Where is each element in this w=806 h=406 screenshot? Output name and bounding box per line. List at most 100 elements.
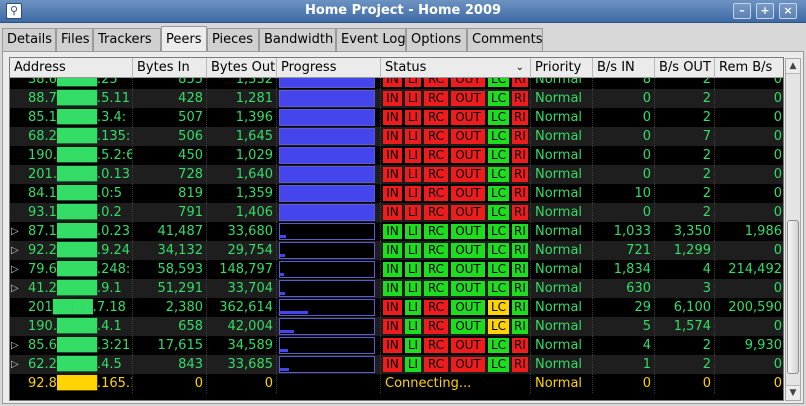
column-header-bytes-out[interactable]: Bytes Out xyxy=(207,58,277,78)
cell-status: IN LI RC OUT LC RI xyxy=(381,146,531,165)
status-flag-ri: RI xyxy=(512,78,528,87)
status-flag-in: IN xyxy=(383,281,402,296)
status-flag-in: IN xyxy=(383,300,402,315)
maximize-button[interactable]: + xyxy=(756,3,774,19)
cell-rem-bs: 0 xyxy=(773,110,782,125)
column-header-bs-out[interactable]: B/s OUT xyxy=(655,58,715,78)
cell-bytes-in: 51,291 xyxy=(133,279,207,298)
table-row[interactable]: 93.1████.0.2 791 1,406 IN LI RC OUT LC RI Normal 0… xyxy=(10,203,783,222)
status-flag-in: IN xyxy=(383,357,402,372)
cell-rem-bs: 0 xyxy=(773,186,782,201)
status-flag-li: LI xyxy=(405,129,421,144)
progress-fill xyxy=(280,129,374,144)
expand-arrow-icon[interactable]: ▷ xyxy=(11,355,23,374)
table-row[interactable]: 88.7████.5.11 428 1,281 IN LI RC OUT LC RI Normal… xyxy=(10,89,783,108)
status-flag-li: LI xyxy=(405,148,421,163)
table-row[interactable]: ▷ 87.1████.0.23 41,487 33,680 IN LI RC OUT LC RI N… xyxy=(10,222,783,241)
table-row[interactable]: ▷ 92.2████.9.24 34,132 29,754 IN LI RC OUT LC RI N… xyxy=(10,241,783,260)
tab-bandwidth[interactable]: Bandwidth xyxy=(259,28,336,51)
tab-pieces[interactable]: Pieces xyxy=(207,28,259,51)
status-flag-ri: RI xyxy=(512,224,528,239)
cell-bytes-out: 1,029 xyxy=(207,146,277,165)
status-flag-out: OUT xyxy=(451,300,485,315)
status-flag-lc: LC xyxy=(488,300,509,315)
cell-priority: Normal xyxy=(531,374,593,393)
cell-bs-in: 0 xyxy=(593,374,655,393)
column-header-priority[interactable]: Priority xyxy=(531,58,593,78)
cell-bs-out: 1,574 xyxy=(655,317,715,336)
table-row[interactable]: 85.1████.3.4: 507 1,396 IN LI RC OUT LC RI Normal… xyxy=(10,108,783,127)
status-flag-rc: RC xyxy=(424,300,448,315)
cell-status: IN LI RC OUT LC RI xyxy=(381,127,531,146)
table-row[interactable]: ▷ 85.6████.3:21 17,615 34,589 IN LI RC OUT LC RI N… xyxy=(10,336,783,355)
cell-progress xyxy=(277,317,381,336)
column-header-address[interactable]: Address xyxy=(10,58,133,78)
status-flag-out: OUT xyxy=(451,357,485,372)
column-header-rem-bs[interactable]: Rem B/s xyxy=(715,58,783,78)
cell-bytes-out: 148,797 xyxy=(207,260,277,279)
status-flag-li: LI xyxy=(405,300,421,315)
table-row[interactable]: 92.8████.165.1300Connecting...Normal000 xyxy=(10,374,783,393)
table-row[interactable]: ▷ 79.6████.248: 58,593 148,797 IN LI RC OUT LC RI… xyxy=(10,260,783,279)
minimize-button[interactable]: – xyxy=(733,3,751,19)
status-flag-lc: LC xyxy=(488,78,509,87)
cell-bs-in: 630 xyxy=(593,279,655,298)
status-flag-li: LI xyxy=(405,338,421,353)
arrow-up-icon[interactable]: ▲ xyxy=(786,59,800,74)
status-flag-li: LI xyxy=(405,186,421,201)
tab-details[interactable]: Details xyxy=(2,28,56,51)
vertical-scrollbar[interactable]: ▲ ▼ xyxy=(785,58,801,401)
cell-address: 38.6████.25 xyxy=(10,78,133,89)
column-header-status[interactable]: Status ⌄ xyxy=(381,58,531,78)
arrow-down-icon[interactable]: ▼ xyxy=(786,385,800,400)
tab-peers[interactable]: Peers xyxy=(161,26,207,51)
tab-options[interactable]: Options xyxy=(406,28,467,51)
table-row[interactable]: 38.6████.25 855 1,332 IN LI RC OUT LC RI Normal 8 2… xyxy=(10,78,783,89)
progress-bar xyxy=(279,166,375,183)
expand-arrow-icon[interactable]: ▷ xyxy=(11,260,23,279)
table-row[interactable]: 201████.7.18 2,380 362,614 IN LI RC OUT LC RI Nor… xyxy=(10,298,783,317)
close-button[interactable]: × xyxy=(779,3,797,19)
table-row[interactable]: 190.████.5.2:6 450 1,029 IN LI RC OUT LC RI Norma… xyxy=(10,146,783,165)
table-row[interactable]: ▷ 41.2████.9.1 51,291 33,704 IN LI RC OUT LC RI No… xyxy=(10,279,783,298)
status-flag-li: LI xyxy=(405,205,421,220)
expand-arrow-icon[interactable]: ▷ xyxy=(11,222,23,241)
cell-address: 190.████.5.2:6 xyxy=(10,146,133,165)
cell-priority: Normal xyxy=(531,203,593,222)
expand-arrow-icon[interactable]: ▷ xyxy=(11,279,23,298)
tab-event-log[interactable]: Event Log xyxy=(336,28,406,51)
cell-bytes-in: 728 xyxy=(133,165,207,184)
cell-progress xyxy=(277,146,381,165)
cell-priority: Normal xyxy=(531,336,593,355)
cell-bytes-in: 507 xyxy=(133,108,207,127)
table-row[interactable]: 68.2████.135: 506 1,645 IN LI RC OUT LC RI Normal… xyxy=(10,127,783,146)
tab-trackers[interactable]: Trackers xyxy=(93,28,161,51)
expand-arrow-icon[interactable]: ▷ xyxy=(11,336,23,355)
table-row[interactable]: 201.████.0.13 728 1,640 IN LI RC OUT LC RI Normal… xyxy=(10,165,783,184)
column-header-bs-in[interactable]: B/s IN xyxy=(593,58,655,78)
status-flag-in: IN xyxy=(383,167,402,182)
cell-priority: Normal xyxy=(531,355,593,374)
status-flag-rc: RC xyxy=(424,281,448,296)
tab-comments[interactable]: Comments xyxy=(467,28,543,51)
status-flag-ri: RI xyxy=(512,338,528,353)
cell-progress xyxy=(277,165,381,184)
status-flag-out: OUT xyxy=(451,262,485,277)
cell-bs-in: 1,033 xyxy=(593,222,655,241)
table-row[interactable]: 190.████.4.1 658 42,004 IN LI RC OUT LC RI Normal… xyxy=(10,317,783,336)
status-flag-ri: RI xyxy=(512,91,528,106)
scrollbar-thumb[interactable] xyxy=(787,220,799,374)
status-flag-lc: LC xyxy=(488,186,509,201)
cell-status: IN LI RC OUT LC RI xyxy=(381,317,531,336)
column-header-progress[interactable]: Progress xyxy=(277,58,381,78)
progress-fill xyxy=(280,78,374,87)
cell-bs-in: 0 xyxy=(593,203,655,222)
status-flag-li: LI xyxy=(405,262,421,277)
column-header-bytes-in[interactable]: Bytes In xyxy=(133,58,207,78)
expand-arrow-icon[interactable]: ▷ xyxy=(11,241,23,260)
status-flag-in: IN xyxy=(383,262,402,277)
table-row[interactable]: 84.1████.0:5 819 1,359 IN LI RC OUT LC RI Normal 1… xyxy=(10,184,783,203)
cell-priority: Normal xyxy=(531,298,593,317)
tab-files[interactable]: Files xyxy=(56,28,93,51)
table-row[interactable]: ▷ 62.2████.4.5 843 33,685 IN LI RC OUT LC RI Norma… xyxy=(10,355,783,374)
